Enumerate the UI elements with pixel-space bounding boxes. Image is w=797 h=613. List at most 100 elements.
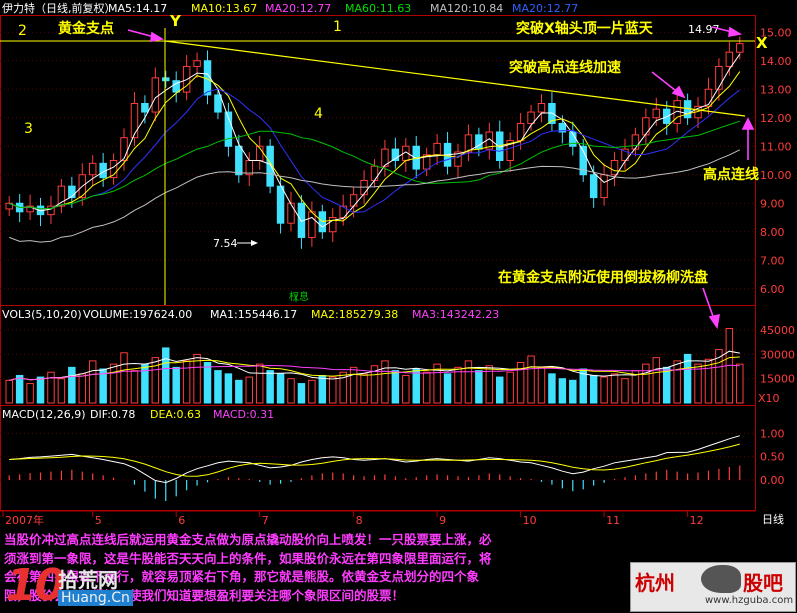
ma120-label: MA120:10.84	[430, 2, 503, 15]
macd-tick-label: 1.00	[760, 427, 785, 440]
volume-bar-down	[443, 373, 452, 404]
candle-up	[537, 103, 546, 113]
volume-bar-up	[308, 379, 316, 404]
volume-bar-up	[255, 363, 264, 404]
candle-up	[349, 194, 358, 207]
time-axis-label: 9	[439, 514, 446, 527]
price-tick-label: 6.00	[760, 283, 785, 296]
volume-bar-down	[276, 373, 285, 404]
volume-bar-up	[422, 371, 431, 404]
candle-up	[642, 117, 650, 136]
time-axis-label: 2007年	[5, 513, 44, 527]
ma60-label: MA60:11.63	[345, 2, 411, 15]
label-x: X	[756, 34, 768, 52]
volume-bar-down	[203, 362, 212, 404]
volume-bar-up	[88, 360, 97, 404]
volume-bar-down	[172, 366, 180, 404]
label-y: Y	[169, 12, 182, 30]
volume-bar-down	[15, 374, 24, 404]
volume-bar-up	[182, 360, 191, 404]
volume-bar-up	[652, 357, 661, 404]
time-axis-label: 6	[178, 514, 185, 527]
vol-volume-label: VOLUME:197624.00	[83, 308, 192, 321]
time-axis-label: 7	[262, 514, 269, 527]
volume-bar-down	[496, 376, 504, 404]
time-axis-label: 10	[523, 514, 537, 527]
price-tick-label: 11.00	[760, 140, 792, 153]
time-axis-label: 5	[95, 514, 102, 527]
volume-unit-label: X10	[758, 392, 780, 405]
volume-bar-down	[589, 374, 598, 404]
candle-up	[610, 160, 619, 176]
volume-bar-up	[600, 376, 608, 404]
candle-up	[527, 111, 535, 124]
volume-bar-up	[694, 363, 702, 404]
candle-up	[151, 77, 160, 113]
macd-tick-label: 0.50	[760, 451, 785, 464]
logo-right-text-b: 股吧	[743, 571, 783, 595]
volume-bar-up	[287, 378, 295, 404]
volume-bar-down	[412, 368, 420, 404]
candle-down	[589, 174, 598, 199]
logo-left-url: Huang.Cn	[58, 590, 133, 606]
candle-down	[141, 103, 149, 113]
ma20-label: MA20:12.77	[265, 2, 331, 15]
volume-bar-up	[527, 355, 535, 404]
candle-down	[276, 185, 285, 224]
candle-up	[715, 65, 723, 90]
volume-bar-up	[537, 366, 546, 404]
volume-bar-down	[475, 370, 483, 404]
time-axis-label: 12	[690, 514, 704, 527]
washout-label: 在黄金支点附近使用倒拔杨柳洗盘	[498, 269, 708, 286]
price-tick-label: 10.00	[760, 169, 792, 182]
price-tick-label: 13.00	[760, 83, 792, 96]
vol-ma2-label: MA2:185279.38	[311, 308, 398, 321]
volume-bar-down	[224, 373, 233, 404]
volume-bar-up	[402, 374, 410, 404]
bull-icon	[701, 565, 741, 593]
price-tick-label: 14.00	[760, 55, 792, 68]
volume-bar-down	[68, 366, 76, 404]
candle-up	[130, 103, 139, 139]
macd-dif-label: DIF:0.78	[90, 408, 135, 421]
ma20b-label: MA20:12.77	[512, 2, 578, 15]
volume-bar-up	[109, 363, 118, 404]
macd-tick-label: 0.00	[760, 474, 785, 487]
quadrant-3-label: 3	[24, 121, 33, 137]
logo-right-text-a: 杭州	[635, 571, 675, 595]
volume-bar-up	[151, 357, 160, 404]
candle-up	[193, 60, 201, 67]
candle-up	[57, 185, 66, 207]
volume-bar-up	[5, 379, 13, 404]
candle-up	[725, 51, 734, 67]
volume-bar-up	[454, 366, 462, 404]
volume-bar-up	[57, 378, 66, 404]
volume-bar-down	[318, 374, 327, 404]
price-tick-label: 12.00	[760, 112, 792, 125]
volume-bar-down	[662, 366, 671, 404]
price-tick-label: 8.00	[760, 226, 785, 239]
volume-bar-up	[381, 360, 389, 404]
volume-bar-up	[120, 352, 128, 404]
candle-up	[600, 174, 608, 199]
ma10-label: MA10:13.67	[191, 2, 257, 15]
time-axis-label: 8	[356, 514, 363, 527]
volume-bar-up	[329, 376, 337, 404]
price-header: 伊力特（日线,前复权） MA5:14.17 MA10:13.67 MA20:12…	[2, 1, 578, 15]
volume-bar-up	[360, 373, 368, 404]
volume-bar-up	[26, 383, 34, 404]
price-tick-label: 7.00	[760, 254, 785, 267]
volume-bar-down	[36, 376, 45, 404]
volume-bar-up	[610, 373, 619, 404]
quadrant-1-label: 1	[333, 19, 342, 35]
volume-bar-up	[130, 370, 139, 404]
macd-axis: 0.00 0.50 1.00	[760, 427, 785, 487]
low-price-label: 7.54	[213, 237, 238, 250]
volume-tick-label: 45000	[760, 324, 795, 337]
macd-title: MACD(12,26,9)	[2, 408, 86, 421]
candle-up	[308, 211, 316, 238]
candle-up	[120, 137, 128, 161]
candle-up	[652, 108, 661, 119]
logo-left-text: 拾荒网	[58, 568, 118, 592]
volume-bar-up	[47, 371, 55, 404]
